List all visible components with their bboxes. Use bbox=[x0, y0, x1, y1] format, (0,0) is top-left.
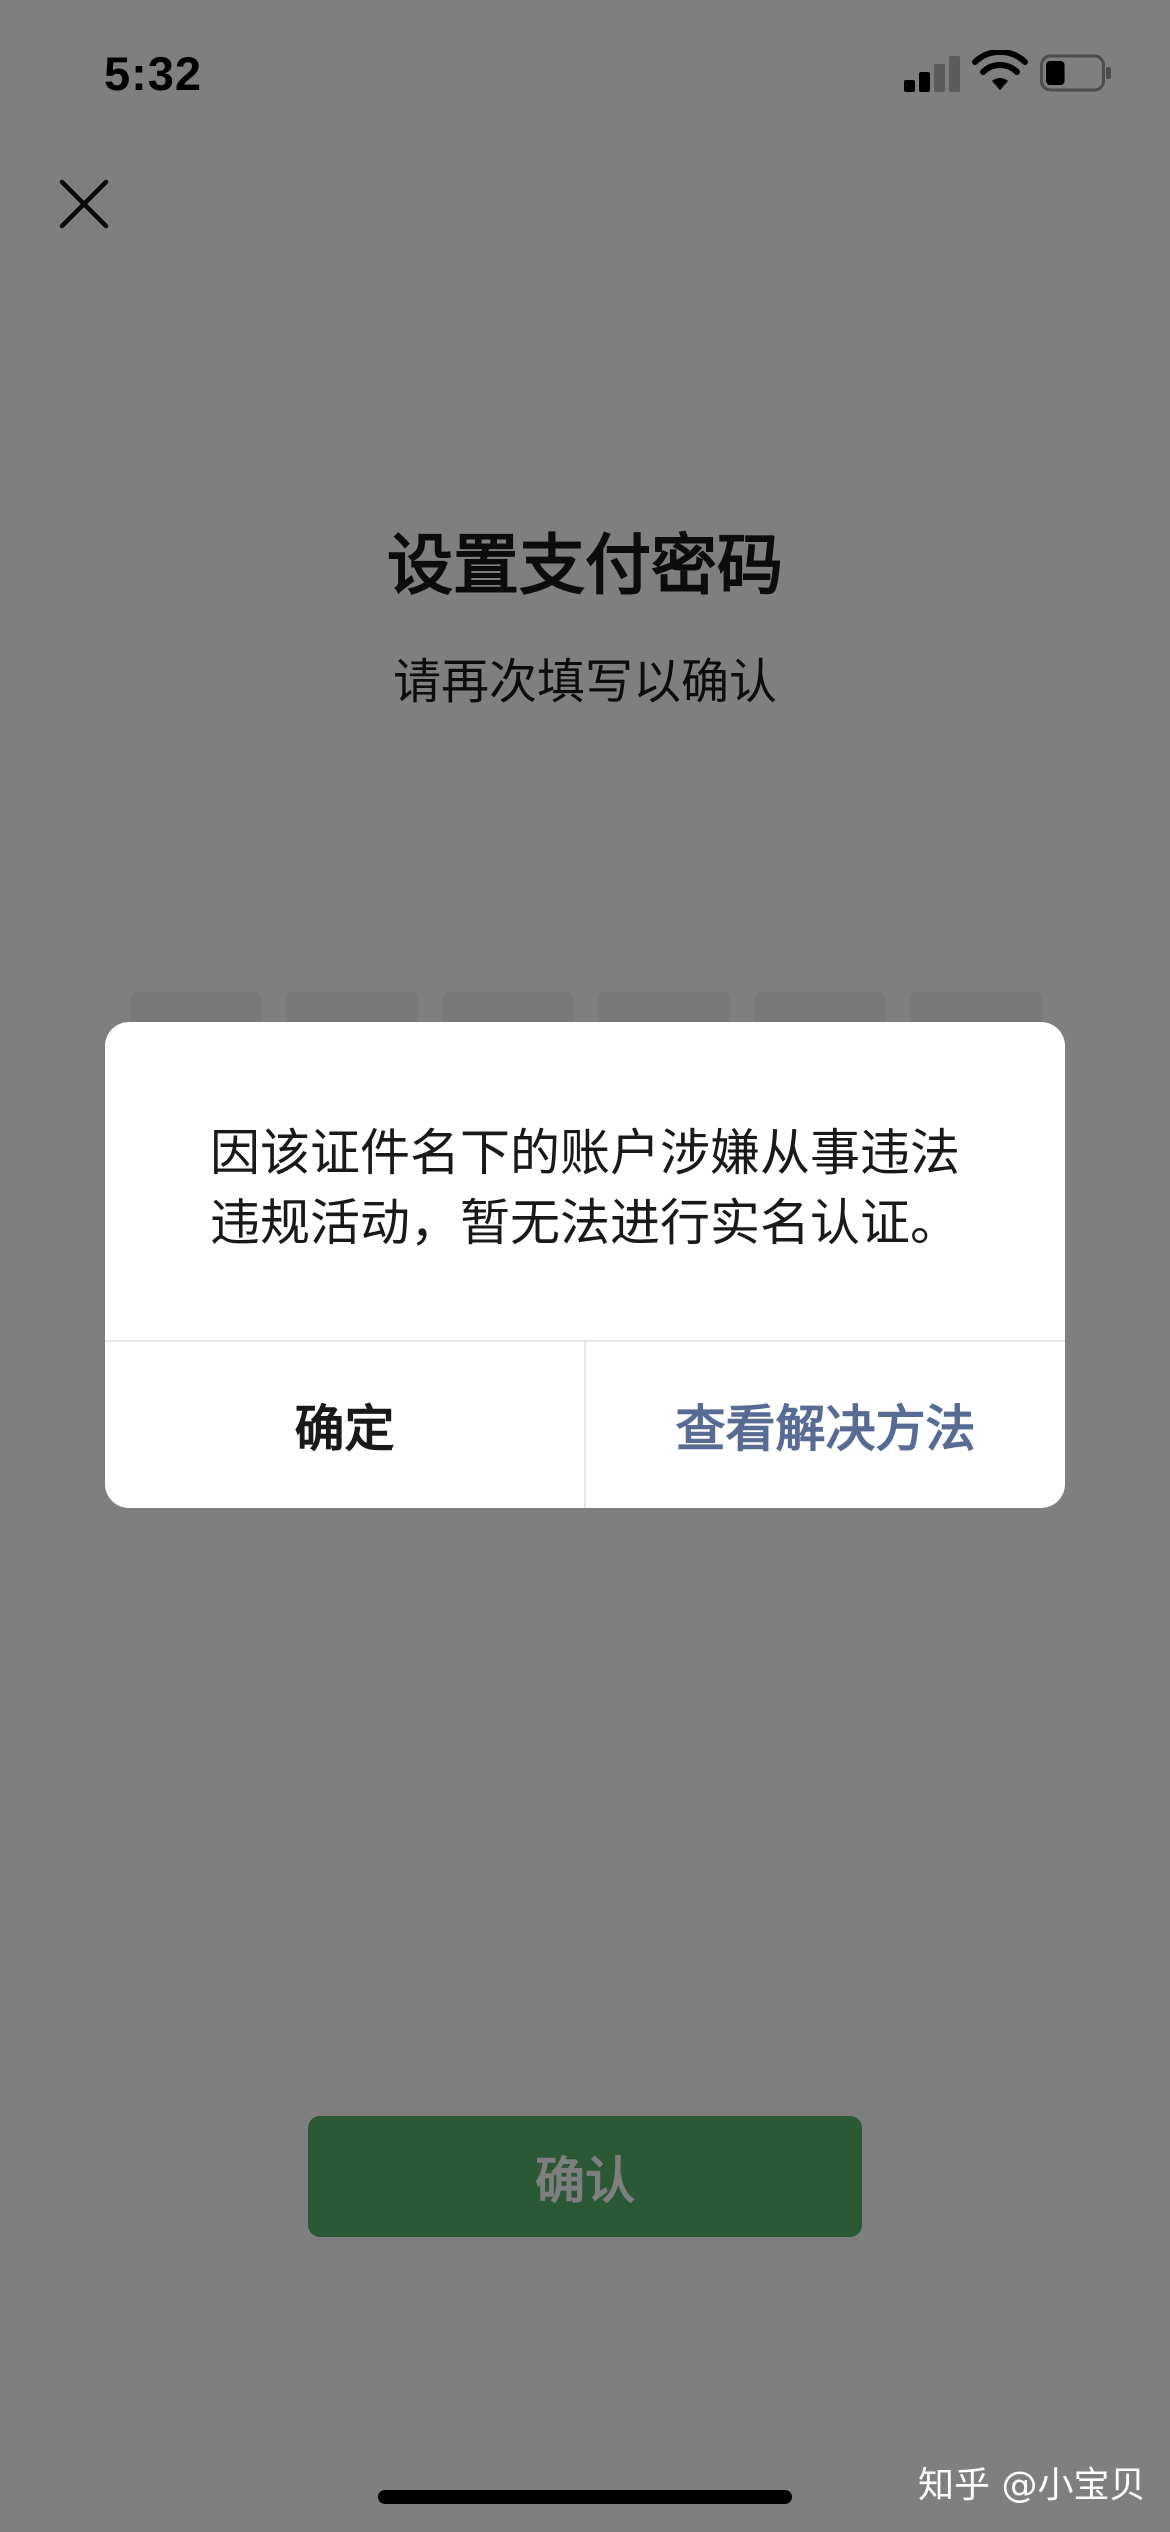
watermark: 知乎 @小宝贝 bbox=[918, 2465, 1146, 2506]
pay-password-screen: 5:32 设置支付密码 请再次填写以确认 确认 因该证件名下的账户涉嫌从 bbox=[0, 0, 1170, 2532]
alert-message-line-1: 因该证件名下的账户涉嫌从事违法 bbox=[210, 1124, 960, 1182]
view-solution-button[interactable]: 查看解决方法 bbox=[586, 1342, 1065, 1508]
alert-dialog: 因该证件名下的账户涉嫌从事违法 违规活动，暂无法进行实名认证。 确定 查看解决方… bbox=[105, 1022, 1065, 1508]
alert-message: 因该证件名下的账户涉嫌从事违法 违规活动，暂无法进行实名认证。 bbox=[165, 1118, 1005, 1258]
home-indicator[interactable] bbox=[378, 2490, 792, 2504]
ok-button[interactable]: 确定 bbox=[105, 1342, 584, 1508]
alert-message-line-2: 违规活动，暂无法进行实名认证。 bbox=[210, 1194, 960, 1252]
